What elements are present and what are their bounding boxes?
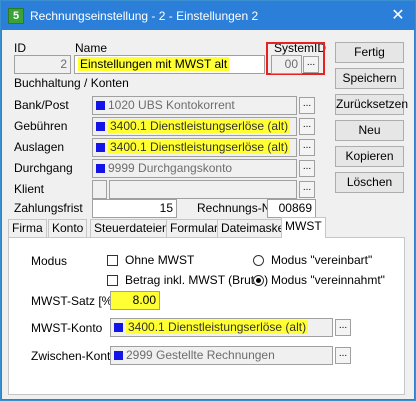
account-square-icon	[96, 143, 105, 152]
radio-selected-dot	[256, 278, 261, 283]
gebuehren-label: Gebühren	[14, 119, 68, 133]
mwst-satz-field[interactable]: 8.00	[110, 291, 160, 310]
neu-button[interactable]: Neu	[335, 120, 404, 141]
tab-steuerdateien[interactable]: Steuerdateien	[90, 219, 173, 237]
zwischen-konto-browse-button[interactable]: ...	[335, 347, 351, 364]
klient-field[interactable]	[109, 180, 297, 199]
kopieren-button[interactable]: Kopieren	[335, 146, 404, 167]
app-logo-icon: 5	[8, 8, 24, 24]
zwischen-konto-label: Zwischen-Konto	[31, 349, 118, 363]
account-square-icon	[114, 323, 123, 332]
durchgang-value: 9999 Durchgangskonto	[108, 161, 233, 175]
systemid-field: 00	[271, 55, 302, 74]
zahlungsfrist-label: Zahlungsfrist	[14, 201, 83, 215]
mwst-konto-field[interactable]: 3400.1 Dienstleistungserlöse (alt)	[110, 318, 333, 337]
window-title: Rechnungseinstellung - 2 - Einstellungen…	[30, 9, 259, 23]
account-square-icon	[96, 101, 105, 110]
bankpost-label: Bank/Post	[14, 98, 69, 112]
fertig-button[interactable]: Fertig	[335, 42, 404, 63]
modus-vereinnahmt-radio[interactable]	[253, 275, 264, 286]
tab-konto[interactable]: Konto	[48, 219, 88, 237]
account-square-icon	[96, 122, 105, 131]
mwst-tab-panel: Modus Ohne MWST Modus "vereinbart" Betra…	[8, 237, 405, 395]
id-field: 2	[14, 55, 71, 74]
rechnungsnr-field[interactable]: 00869	[267, 199, 316, 218]
auslagen-browse-button[interactable]: ...	[299, 139, 315, 156]
gebuehren-field[interactable]: 3400.1 Dienstleistungserlöse (alt)	[92, 117, 297, 136]
mwst-konto-value: 3400.1 Dienstleistungserlöse (alt)	[126, 320, 309, 334]
auslagen-label: Auslagen	[14, 140, 65, 154]
name-value: Einstellungen mit MWST alt	[78, 57, 230, 71]
speichern-button[interactable]: Speichern	[335, 68, 404, 89]
zahlungsfrist-field[interactable]: 15	[92, 199, 177, 218]
mwst-satz-label: MWST-Satz [%]	[31, 294, 116, 308]
klient-browse-button[interactable]: ...	[299, 181, 315, 198]
auslagen-value: 3400.1 Dienstleistungserlöse (alt)	[108, 140, 291, 154]
durchgang-label: Durchgang	[14, 161, 73, 175]
systemid-browse-button[interactable]: ...	[303, 56, 319, 73]
bankpost-browse-button[interactable]: ...	[299, 97, 315, 114]
klient-code-field[interactable]	[92, 180, 107, 199]
mwst-konto-browse-button[interactable]: ...	[335, 319, 351, 336]
title-bar[interactable]: 5 Rechnungseinstellung - 2 - Einstellung…	[2, 2, 414, 30]
gebuehren-value: 3400.1 Dienstleistungserlöse (alt)	[108, 119, 291, 133]
close-icon[interactable]: ✕	[388, 6, 408, 26]
section-label: Buchhaltung / Konten	[14, 76, 129, 90]
rechnungsnr-label: Rechnungs-Nr.	[197, 201, 278, 215]
tab-dateimaske[interactable]: Dateimaske	[217, 219, 289, 237]
zuruecksetzen-button[interactable]: Zurücksetzen	[335, 94, 408, 115]
ohne-mwst-checkbox[interactable]	[107, 255, 118, 266]
mwst-konto-label: MWST-Konto	[31, 321, 103, 335]
account-square-icon	[96, 164, 105, 173]
modus-vereinbart-label: Modus "vereinbart"	[271, 253, 373, 267]
name-label: Name	[75, 41, 108, 55]
betrag-inkl-checkbox[interactable]	[107, 275, 118, 286]
modus-vereinbart-radio[interactable]	[253, 255, 264, 266]
modus-vereinnahmt-label: Modus "vereinnahmt"	[271, 273, 385, 287]
klient-label: Klient	[14, 182, 45, 196]
tab-formular[interactable]: Formular	[166, 219, 223, 237]
durchgang-field[interactable]: 9999 Durchgangskonto	[92, 159, 297, 178]
dialog-window: 5 Rechnungseinstellung - 2 - Einstellung…	[1, 1, 415, 400]
bankpost-field[interactable]: 1020 UBS Kontokorrent	[92, 96, 297, 115]
account-square-icon	[114, 351, 123, 360]
loeschen-button[interactable]: Löschen	[335, 172, 404, 193]
tab-mwst[interactable]: MWST	[281, 217, 326, 238]
durchgang-browse-button[interactable]: ...	[299, 160, 315, 177]
modus-label: Modus	[31, 254, 68, 268]
betrag-inkl-label: Betrag inkl. MWST (Brutto)	[125, 273, 269, 287]
id-label: ID	[14, 41, 26, 55]
tab-firma[interactable]: Firma	[8, 219, 47, 237]
ohne-mwst-label: Ohne MWST	[125, 253, 195, 267]
gebuehren-browse-button[interactable]: ...	[299, 118, 315, 135]
zwischen-konto-value: 2999 Gestellte Rechnungen	[126, 348, 275, 362]
bankpost-value: 1020 UBS Kontokorrent	[108, 98, 235, 112]
name-field[interactable]: Einstellungen mit MWST alt	[74, 55, 265, 74]
zwischen-konto-field[interactable]: 2999 Gestellte Rechnungen	[110, 346, 333, 365]
auslagen-field[interactable]: 3400.1 Dienstleistungserlöse (alt)	[92, 138, 297, 157]
